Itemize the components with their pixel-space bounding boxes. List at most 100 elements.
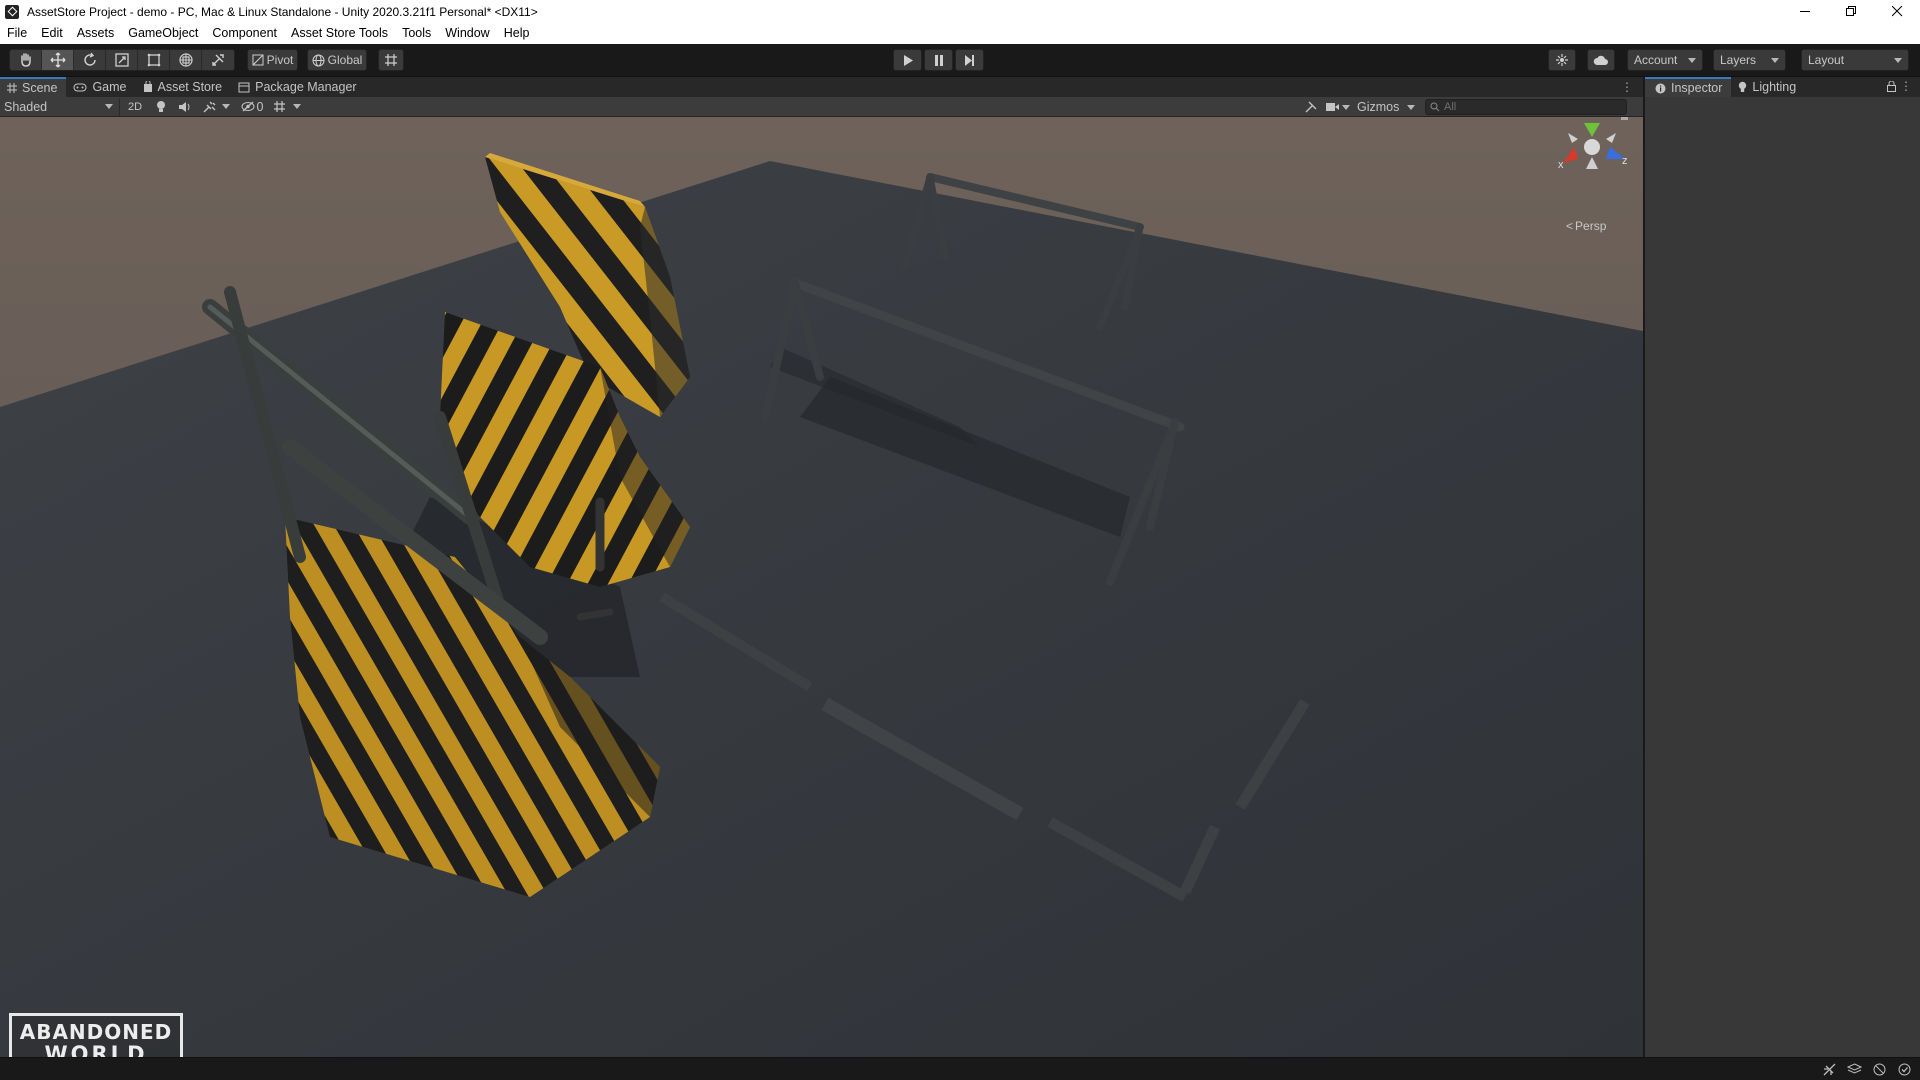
tab-game[interactable]: Game (66, 77, 135, 97)
pause-button[interactable] (924, 49, 953, 71)
scene-viewport[interactable]: y x z < Persp (0, 117, 1643, 1057)
transform-tools (9, 49, 235, 71)
grid-icon (273, 101, 285, 112)
search-placeholder: All (1444, 101, 1457, 113)
title-bar: AssetStore Project - demo - PC, Mac & Li… (0, 0, 1920, 23)
effects-dropdown[interactable] (220, 98, 232, 116)
effects-icon (203, 101, 215, 112)
scene-toolbar-right: Gizmos All (1299, 98, 1627, 116)
play-button[interactable] (893, 49, 922, 71)
unity-icon (5, 4, 19, 19)
progress-icon[interactable] (1822, 1062, 1837, 1077)
rotate-tool-button[interactable] (74, 50, 106, 70)
menu-file[interactable]: File (0, 23, 34, 44)
scene-view-toolbar: Shaded 2D 0 Gizmos All (0, 97, 1643, 117)
kebab-menu-icon[interactable]: ⋮ (1621, 80, 1633, 94)
globe-icon (312, 54, 325, 66)
cloud-button[interactable] (1587, 49, 1615, 71)
hidden-count: 0 (256, 99, 264, 114)
tab-package-manager-label: Package Manager (255, 80, 357, 94)
lightbulb-icon (1739, 81, 1747, 92)
gizmos-label: Gizmos (1357, 100, 1400, 114)
step-button[interactable] (955, 49, 984, 71)
projection-label: Persp (1575, 219, 1607, 233)
hidden-objects-toggle[interactable]: 0 (236, 98, 268, 116)
gizmos-dropdown[interactable]: Gizmos (1353, 98, 1419, 116)
minimize-button[interactable] (1782, 0, 1828, 23)
menu-tools[interactable]: Tools (395, 23, 438, 44)
transform-tool-button[interactable] (170, 50, 202, 70)
shading-mode-dropdown[interactable]: Shaded (0, 97, 120, 116)
account-dropdown[interactable]: Account (1627, 49, 1703, 71)
lock-icon[interactable] (1887, 80, 1896, 95)
pivot-toggle[interactable]: Pivot (247, 49, 298, 71)
chevron-down-icon (1688, 57, 1696, 63)
grid-dropdown[interactable] (290, 98, 304, 116)
grid-snap-button[interactable] (378, 49, 404, 71)
menu-window[interactable]: Window (438, 23, 496, 44)
lock-icon[interactable] (1620, 117, 1629, 120)
gamepad-icon (73, 83, 87, 92)
play-icon (903, 54, 913, 66)
lighting-toggle[interactable] (150, 98, 172, 116)
tab-inspector[interactable]: Inspector (1645, 77, 1732, 97)
inspector-tab-bar: Inspector Lighting ⋮ (1645, 77, 1920, 97)
debug-icon[interactable] (1872, 1062, 1887, 1077)
collab-button[interactable] (1548, 49, 1576, 71)
menu-asset-store-tools[interactable]: Asset Store Tools (284, 23, 395, 44)
menu-help[interactable]: Help (497, 23, 537, 44)
auto-generate-icon[interactable] (1897, 1062, 1912, 1077)
rect-tool-button[interactable] (138, 50, 170, 70)
menu-assets[interactable]: Assets (70, 23, 122, 44)
menu-gameobject[interactable]: GameObject (121, 23, 205, 44)
camera-settings-button[interactable] (1323, 98, 1353, 116)
transform-icon (178, 53, 193, 67)
info-icon (1655, 83, 1666, 93)
projection-toggle[interactable]: < Persp (1566, 219, 1606, 233)
menu-edit[interactable]: Edit (34, 23, 70, 44)
chevron-down-icon (222, 104, 230, 109)
tab-game-label: Game (92, 80, 127, 94)
rotate-icon (83, 52, 96, 66)
package-icon (238, 82, 250, 93)
layers-status-icon[interactable] (1846, 1062, 1863, 1077)
toggle-2d-button[interactable]: 2D (120, 98, 150, 116)
audio-toggle[interactable] (172, 98, 198, 116)
custom-tool-button[interactable] (202, 50, 234, 70)
kebab-menu-icon[interactable]: ⋮ (1900, 79, 1912, 93)
scale-tool-button[interactable] (106, 50, 138, 70)
menu-component[interactable]: Component (205, 23, 284, 44)
gizmo-z-label: z (1622, 155, 1628, 167)
close-button[interactable] (1874, 0, 1920, 23)
scene-search-field[interactable]: All (1425, 99, 1627, 115)
layers-label: Layers (1720, 53, 1757, 67)
menu-bar: File Edit Assets GameObject Component As… (0, 23, 1920, 44)
tab-asset-store[interactable]: Asset Store (136, 77, 232, 97)
grid-snap-icon (385, 54, 397, 66)
restore-button[interactable] (1828, 0, 1874, 23)
global-toggle[interactable]: Global (307, 49, 367, 71)
account-label: Account (1634, 53, 1678, 67)
move-tool-button[interactable] (42, 50, 74, 70)
restore-icon (1845, 6, 1856, 16)
layout-dropdown[interactable]: Layout (1801, 49, 1909, 71)
window-title: AssetStore Project - demo - PC, Mac & Li… (27, 4, 538, 19)
chevron-down-icon (1407, 104, 1415, 110)
layers-dropdown[interactable]: Layers (1713, 49, 1786, 71)
tab-scene[interactable]: Scene (0, 77, 67, 97)
effects-toggle[interactable] (198, 98, 220, 116)
tools-toggle[interactable] (1299, 98, 1323, 116)
grid-toggle[interactable] (268, 98, 290, 116)
search-icon (1430, 102, 1440, 112)
tab-package-manager[interactable]: Package Manager (231, 77, 365, 97)
camera-icon (1326, 103, 1339, 111)
status-bar (0, 1057, 1920, 1080)
wrench-icon (1305, 101, 1317, 113)
shopping-bag-icon (143, 81, 152, 92)
tab-inspector-label: Inspector (1671, 81, 1723, 95)
hand-tool-button[interactable] (10, 50, 42, 70)
tab-asset-store-label: Asset Store (157, 80, 223, 94)
tab-lighting[interactable]: Lighting (1731, 77, 1805, 97)
speaker-icon (179, 101, 190, 112)
collab-icon (1556, 54, 1568, 66)
